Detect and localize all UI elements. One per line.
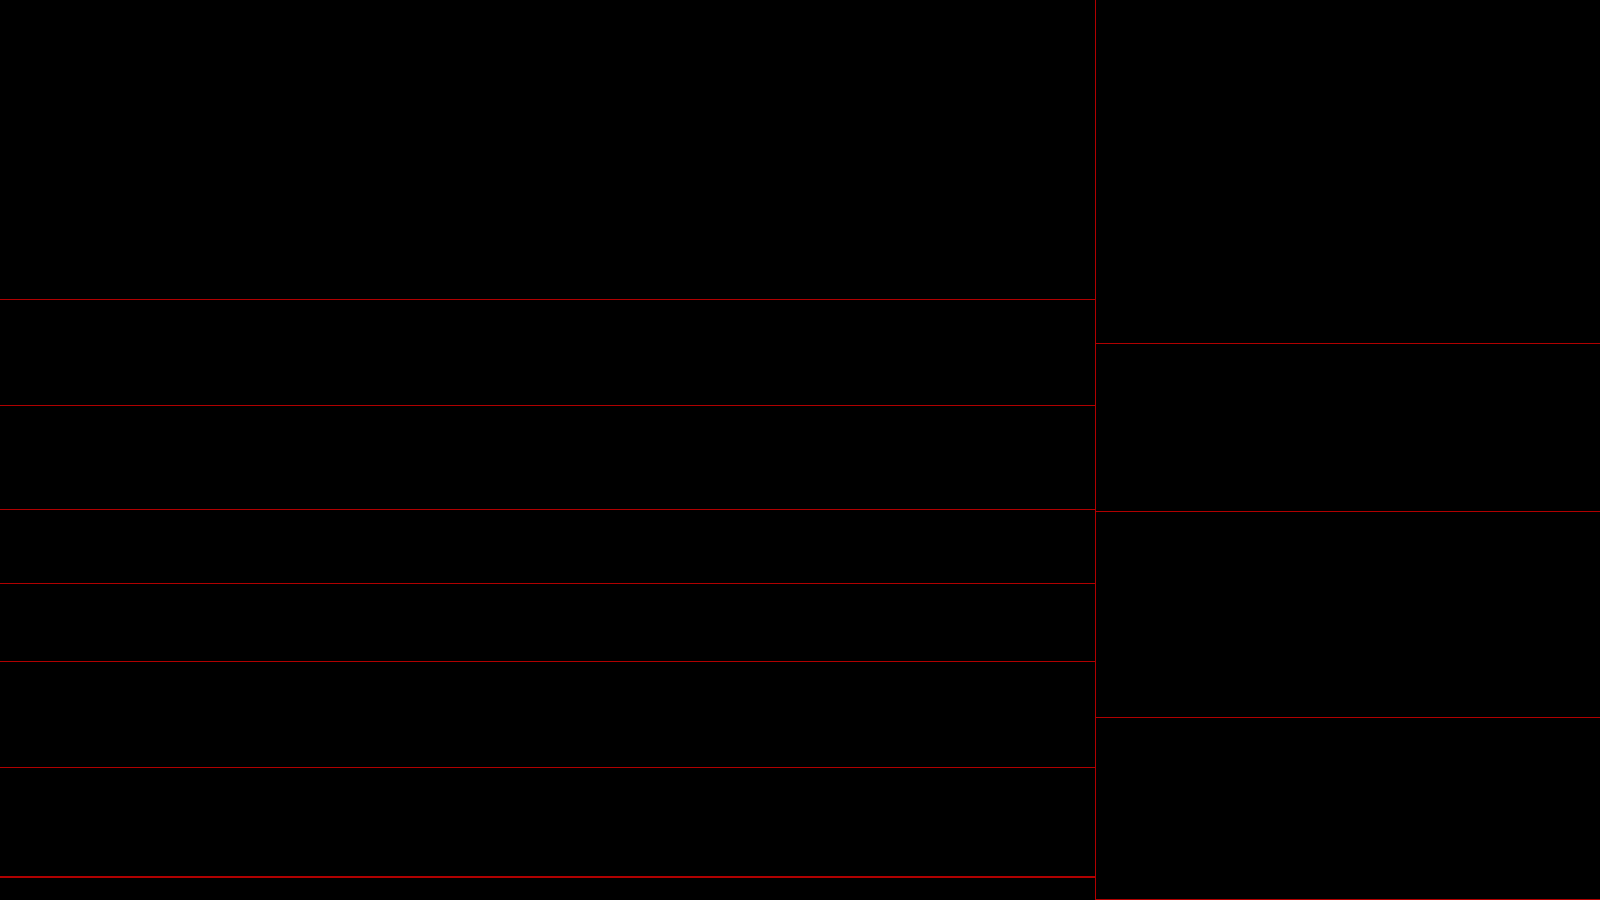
order-book-panel	[1096, 0, 1600, 344]
research-pane[interactable]	[0, 768, 1095, 877]
terminal-window	[0, 0, 1600, 900]
retail-position-pane[interactable]	[0, 584, 1095, 662]
volume-pane[interactable]	[0, 300, 1095, 406]
category-stats-panel	[1096, 718, 1600, 900]
realtime-monitor-panel	[1096, 512, 1600, 718]
date-axis	[0, 877, 1095, 900]
capital-flow-pane[interactable]	[0, 406, 1095, 510]
activity-pane[interactable]	[0, 662, 1095, 768]
main-position-pane[interactable]	[0, 510, 1095, 584]
intraday-panel[interactable]	[1096, 344, 1600, 512]
chart-column	[0, 0, 1096, 900]
side-column	[1096, 0, 1600, 900]
candlestick-pane[interactable]	[0, 0, 1095, 300]
